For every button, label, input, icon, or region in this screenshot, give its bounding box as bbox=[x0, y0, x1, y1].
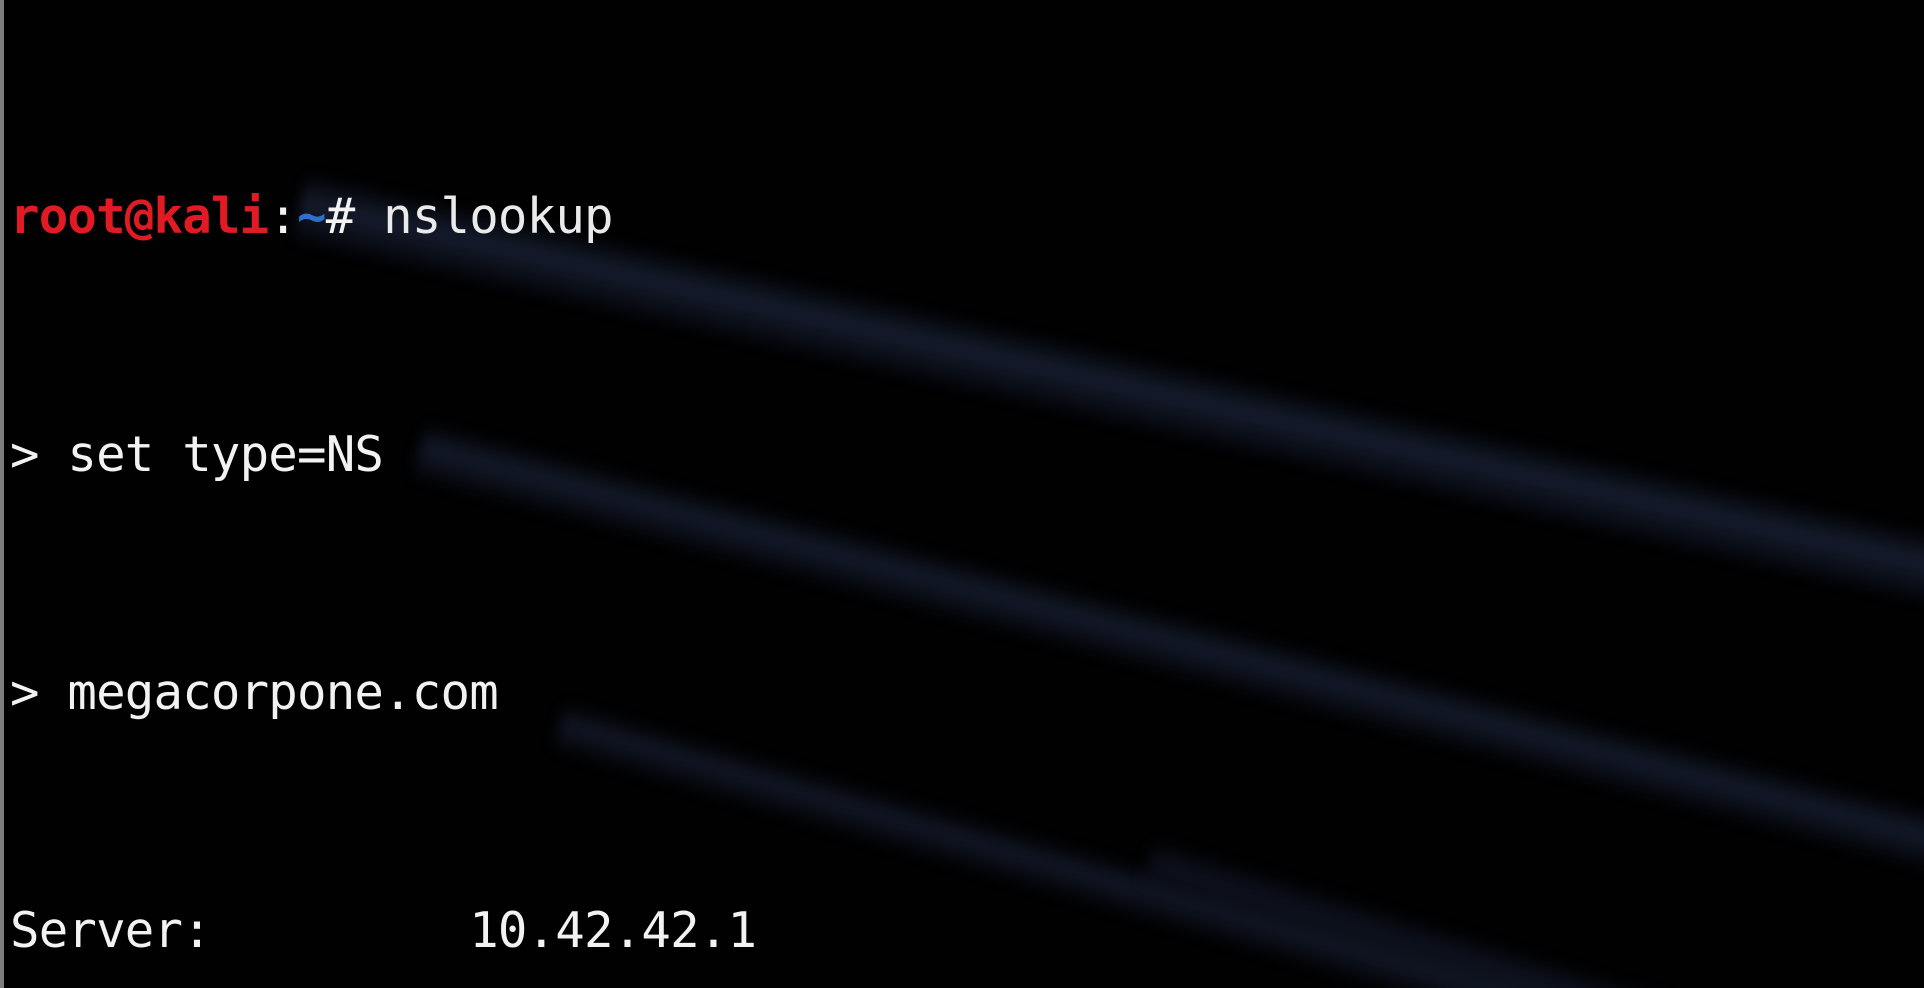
prompt-colon: : bbox=[268, 187, 298, 245]
prompt-path: ~ bbox=[297, 187, 326, 245]
terminal-output-area[interactable]: root@kali:~# nslookup > set type=NS > me… bbox=[4, 0, 1924, 988]
prompt-user-host: root@kali bbox=[10, 187, 269, 245]
prompt-hash: # bbox=[325, 187, 355, 245]
terminal-window[interactable]: root@kali:~# nslookup > set type=NS > me… bbox=[0, 0, 1924, 988]
terminal-line-set-type: > set type=NS bbox=[10, 425, 384, 483]
terminal-line-prompt: root@kali:~# nslookup bbox=[10, 187, 1924, 247]
terminal-line-server: Server: 10.42.42.1 bbox=[10, 901, 757, 959]
prompt-command: nslookup bbox=[354, 187, 613, 245]
terminal-line-query-domain: > megacorpone.com bbox=[10, 663, 499, 721]
